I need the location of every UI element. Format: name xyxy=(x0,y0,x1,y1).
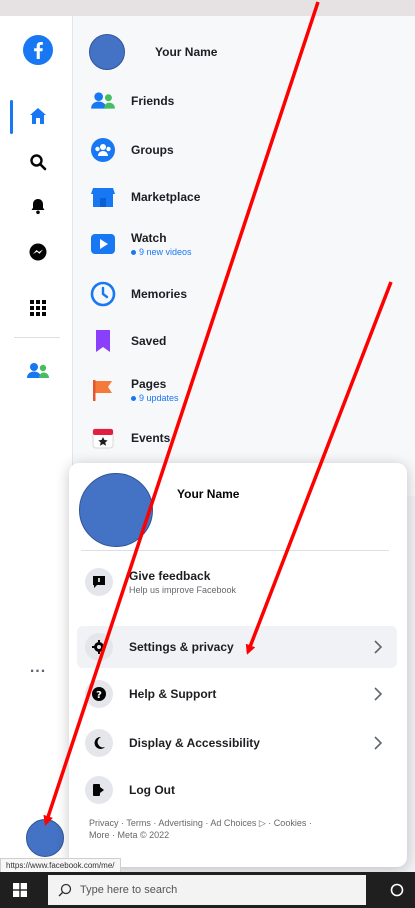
account-avatar-button[interactable] xyxy=(26,819,64,857)
home-icon[interactable] xyxy=(22,100,54,132)
gear-icon xyxy=(85,633,113,661)
calendar-icon xyxy=(89,424,117,452)
menu-item-label: Settings & privacy xyxy=(129,640,234,654)
give-feedback-button[interactable]: Give feedback Help us improve Facebook xyxy=(77,561,397,603)
cortana-icon[interactable] xyxy=(389,882,405,898)
messenger-icon[interactable] xyxy=(22,236,54,268)
menu-footer-links[interactable]: Privacy · Terms · Advertising · Ad Choic… xyxy=(89,817,389,841)
svg-text:?: ? xyxy=(96,690,102,701)
taskbar-search-placeholder: Type here to search xyxy=(80,884,178,896)
sidebar-item-profile[interactable]: Your Name xyxy=(89,32,217,72)
profile-name[interactable]: Your Name xyxy=(177,487,239,501)
top-strip xyxy=(0,0,415,17)
search-icon[interactable] xyxy=(22,146,54,178)
windows-start-icon[interactable] xyxy=(13,883,27,897)
search-icon xyxy=(58,883,72,897)
friends-icon[interactable] xyxy=(22,355,54,387)
chevron-right-icon xyxy=(374,687,383,701)
menu-item-label: Help & Support xyxy=(129,687,217,701)
memories-clock-icon xyxy=(89,280,117,308)
sidebar-item-friends[interactable]: Friends xyxy=(89,81,174,121)
sidebar-item-label: Memories xyxy=(131,287,188,301)
logout-icon xyxy=(85,776,113,804)
menu-item-label: Log Out xyxy=(129,783,175,797)
sidebar-item-saved[interactable]: Saved xyxy=(89,321,166,361)
help-support-button[interactable]: ? Help & Support xyxy=(77,673,397,715)
chevron-right-icon xyxy=(374,736,383,750)
pages-updates-badge: 9 updates xyxy=(131,393,179,403)
sidebar-item-label: Marketplace xyxy=(131,190,201,204)
sidebar-item-label: Watch xyxy=(131,231,167,245)
taskbar-search-box[interactable]: Type here to search xyxy=(48,875,366,905)
help-icon: ? xyxy=(85,680,113,708)
sidebar-item-memories[interactable]: Memories xyxy=(89,274,187,314)
sidebar-menu: Your Name Friends Groups Marketplace Wat… xyxy=(73,16,415,496)
menu-grid-icon[interactable] xyxy=(22,292,54,324)
windows-taskbar: Type here to search xyxy=(0,872,415,908)
sidebar-item-events[interactable]: Events xyxy=(89,418,170,458)
profile-name: Your Name xyxy=(155,45,218,59)
moon-icon xyxy=(85,729,113,757)
sidebar-item-pages[interactable]: Pages 9 updates xyxy=(89,370,179,410)
bookmark-icon xyxy=(89,327,117,355)
watch-icon xyxy=(89,230,117,258)
groups-icon xyxy=(89,136,117,164)
sidebar-item-label: Groups xyxy=(131,143,174,157)
bell-icon[interactable] xyxy=(22,190,54,222)
sidebar-item-label: Friends xyxy=(131,94,175,108)
sidebar-item-label: Pages xyxy=(131,377,167,391)
menu-item-label: Display & Accessibility xyxy=(129,736,260,750)
display-accessibility-button[interactable]: Display & Accessibility xyxy=(77,722,397,764)
rail-divider xyxy=(14,337,60,338)
marketplace-icon xyxy=(89,183,117,211)
avatar xyxy=(89,34,125,70)
avatar[interactable] xyxy=(79,473,153,547)
more-options-icon[interactable]: ... xyxy=(22,659,54,679)
sidebar-item-label: Saved xyxy=(131,334,167,348)
settings-privacy-button[interactable]: Settings & privacy xyxy=(77,626,397,668)
sidebar-item-watch[interactable]: Watch 9 new videos xyxy=(89,224,192,264)
watch-new-videos-badge: 9 new videos xyxy=(131,247,192,257)
facebook-logo-icon[interactable] xyxy=(22,34,54,66)
account-menu-popup: Your Name Give feedback Help us improve … xyxy=(69,463,407,867)
flag-icon xyxy=(89,376,117,404)
log-out-button[interactable]: Log Out xyxy=(77,769,397,811)
friends-icon xyxy=(89,87,117,115)
menu-item-sublabel: Help us improve Facebook xyxy=(129,585,237,595)
feedback-icon xyxy=(85,568,113,596)
sidebar-item-marketplace[interactable]: Marketplace xyxy=(89,177,200,217)
chevron-right-icon xyxy=(374,640,383,654)
menu-item-label: Give feedback xyxy=(129,569,211,583)
left-nav-rail: ... xyxy=(0,16,73,872)
sidebar-item-groups[interactable]: Groups xyxy=(89,130,174,170)
menu-divider xyxy=(81,550,389,551)
sidebar-item-label: Events xyxy=(131,431,171,445)
active-indicator xyxy=(10,100,13,134)
